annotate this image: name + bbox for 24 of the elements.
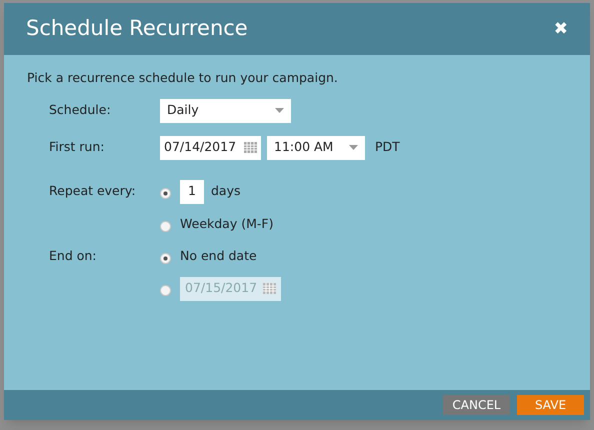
field-label: First run: xyxy=(48,138,106,156)
caret-icon xyxy=(275,108,284,114)
radio-button[interactable] xyxy=(160,252,171,264)
time-dropdown[interactable]: 11:00 AM xyxy=(267,136,365,160)
field-label: Repeat every: xyxy=(48,182,137,200)
calendar-icon xyxy=(263,283,276,294)
unit-label: days xyxy=(211,182,241,200)
radio-button[interactable] xyxy=(160,188,171,199)
option-label: No end date xyxy=(180,247,257,266)
end-date-field: 07/15/2017 xyxy=(180,276,281,301)
field-label: Schedule: xyxy=(48,101,112,120)
dialog-title: Schedule Recurrence xyxy=(26,15,248,42)
close-button[interactable]: ✖ xyxy=(554,20,568,38)
calendar-icon xyxy=(244,142,257,154)
cancel-button[interactable]: CANCEL xyxy=(443,395,510,415)
date-field[interactable]: 07/14/2017 xyxy=(160,136,261,160)
intro-text: Pick a recurrence schedule to run your campaign. xyxy=(27,69,339,87)
radio-button[interactable] xyxy=(160,220,171,232)
caret-icon xyxy=(349,145,358,150)
count-field[interactable]: 1 xyxy=(180,180,204,204)
field-label: End on: xyxy=(48,247,98,266)
option-label: Weekday (M-F) xyxy=(180,215,274,234)
timezone-label: PDT xyxy=(375,138,400,156)
schedule-dropdown[interactable]: Daily xyxy=(160,98,291,123)
